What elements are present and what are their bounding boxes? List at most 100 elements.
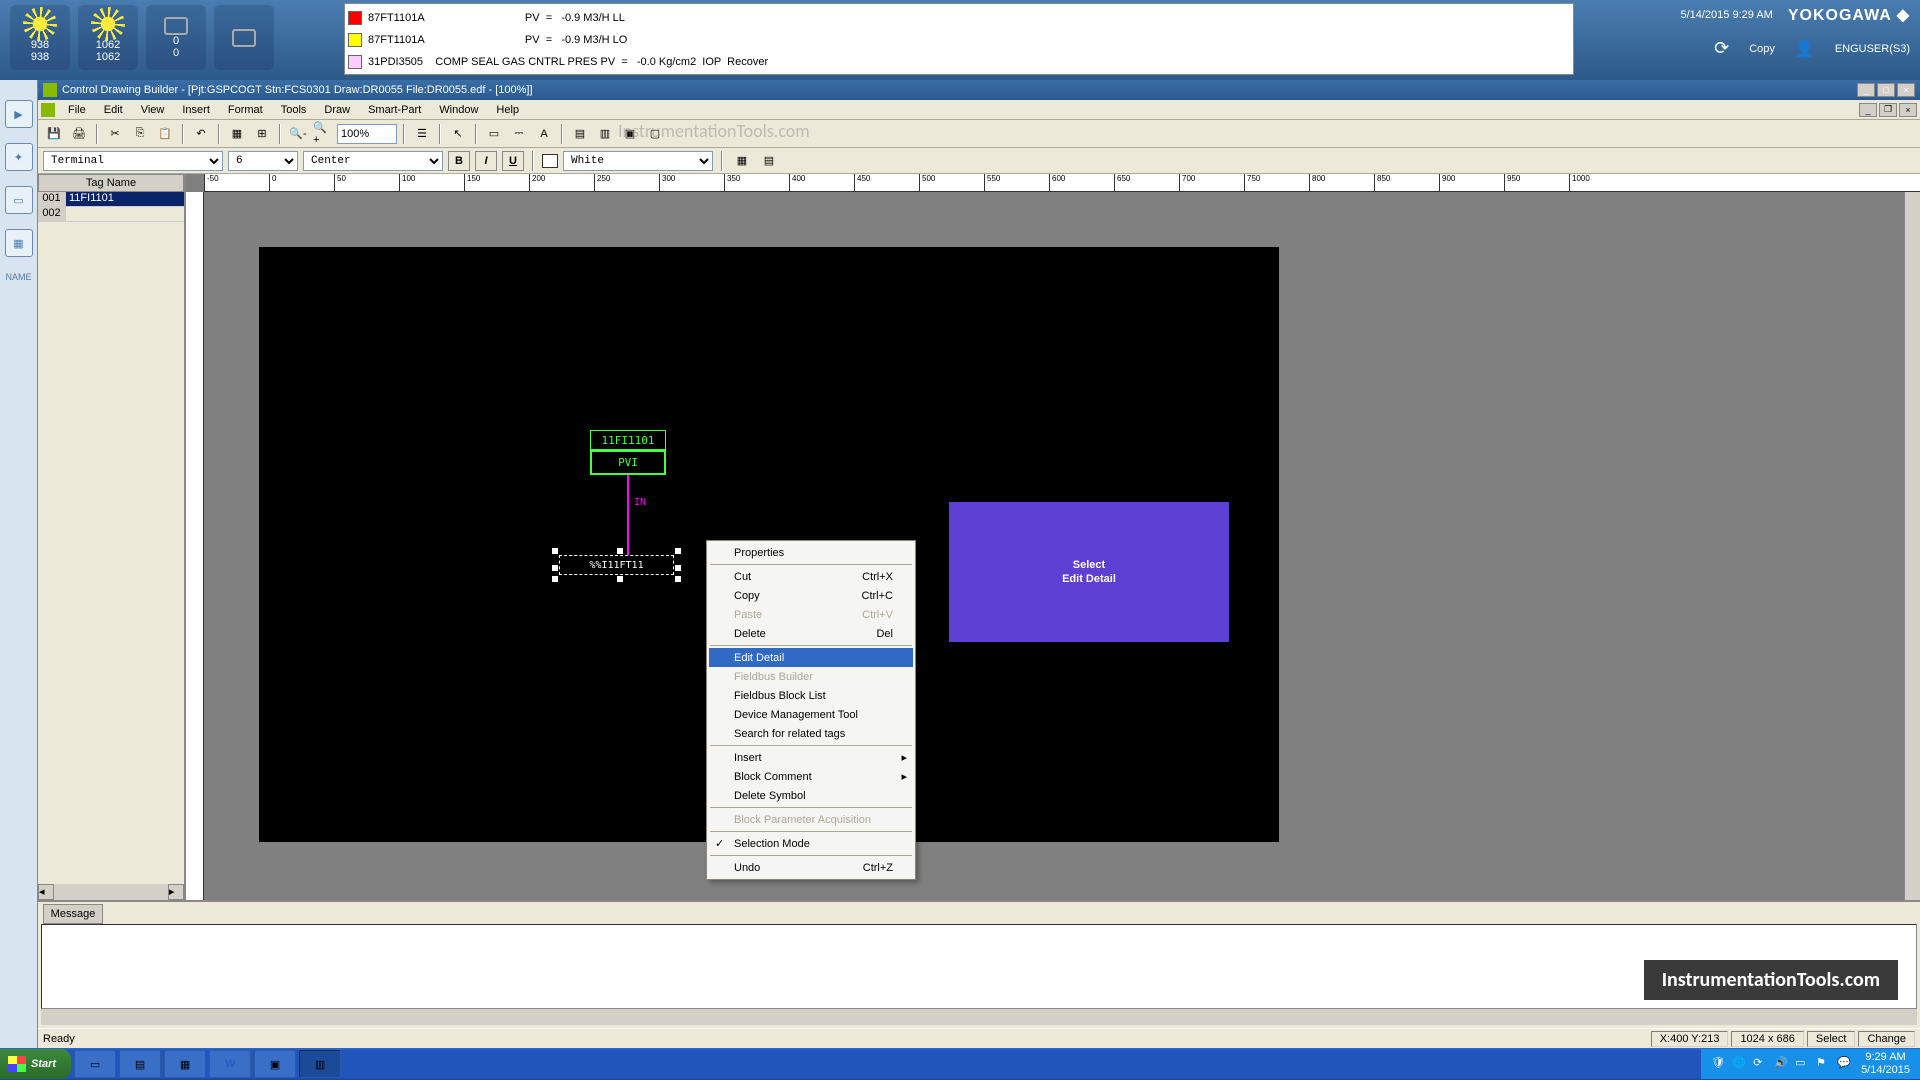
function-block-tag[interactable]: 11FI1101 <box>590 430 666 450</box>
context-menu-item-copy[interactable]: CopyCtrl+C <box>709 586 913 605</box>
context-menu-item-properties[interactable]: Properties <box>709 543 913 562</box>
message-body[interactable]: InstrumentationTools.com <box>41 924 1917 1009</box>
taskbar-app-4[interactable]: ▣ <box>254 1050 296 1078</box>
sidebar-grid-icon[interactable]: ▦ <box>5 229 33 257</box>
alarm-row[interactable]: 31PDI3505 COMP SEAL GAS CNTRL PRES PV = … <box>348 51 1570 73</box>
context-menu-item-block-comment[interactable]: Block Comment▸ <box>709 767 913 786</box>
misc-widget-2[interactable] <box>214 5 274 70</box>
context-menu-item-cut[interactable]: CutCtrl+X <box>709 567 913 586</box>
context-menu-item-selection-mode[interactable]: ✓Selection Mode <box>709 834 913 853</box>
child-close-button[interactable]: × <box>1899 103 1917 117</box>
text-icon[interactable]: A <box>533 123 555 145</box>
battery-icon[interactable]: ▭ <box>1795 1056 1811 1072</box>
color-select[interactable]: White <box>563 151 713 171</box>
block-icon[interactable]: ▭ <box>483 123 505 145</box>
function-block-type[interactable]: PVI <box>590 450 666 475</box>
scroll-right-icon[interactable]: ▸ <box>168 884 184 900</box>
taskbar-app-1[interactable]: ▭ <box>74 1050 116 1078</box>
italic-button[interactable]: I <box>475 151 497 171</box>
taskbar-app-2[interactable]: ▤ <box>119 1050 161 1078</box>
network-icon[interactable]: 🌐 <box>1732 1056 1748 1072</box>
weather-widget-2[interactable]: 1062 1062 <box>78 5 138 70</box>
sidebar-expand-icon[interactable]: ▶ <box>5 100 33 128</box>
paste-icon[interactable]: 📋 <box>154 123 176 145</box>
context-menu-item-delete[interactable]: DeleteDel <box>709 624 913 643</box>
menu-window[interactable]: Window <box>431 102 486 118</box>
taskbar-app-3[interactable]: ▦ <box>164 1050 206 1078</box>
context-menu-item-delete-symbol[interactable]: Delete Symbol <box>709 786 913 805</box>
weather-widget-1[interactable]: 938 938 <box>10 5 70 70</box>
volume-icon[interactable]: 🔊 <box>1774 1056 1790 1072</box>
tag-row[interactable]: 002 <box>38 207 184 222</box>
child-minimize-button[interactable]: _ <box>1859 103 1877 117</box>
start-button[interactable]: Start <box>0 1049 71 1079</box>
menu-view[interactable]: View <box>133 102 173 118</box>
underline-button[interactable]: U <box>502 151 524 171</box>
group-icon[interactable]: ▣ <box>619 123 641 145</box>
alarm-row[interactable]: 87FT1101A PV = -0.9 M3/H LL <box>348 7 1570 29</box>
context-menu-item-search-for-related-tags[interactable]: Search for related tags <box>709 724 913 743</box>
menu-smartpart[interactable]: Smart-Part <box>360 102 429 118</box>
context-menu-item-undo[interactable]: UndoCtrl+Z <box>709 858 913 877</box>
canvas-vscroll[interactable] <box>1904 192 1920 900</box>
shield-icon[interactable]: 🛡 <box>1711 1056 1727 1072</box>
user-label[interactable]: ENGUSER(S3) <box>1835 43 1910 55</box>
ungroup-icon[interactable]: ▢ <box>644 123 666 145</box>
undo-icon[interactable]: ↶ <box>190 123 212 145</box>
snap-icon[interactable]: ⊞ <box>251 123 273 145</box>
tag-header[interactable]: Tag Name <box>38 174 184 192</box>
flag-icon[interactable]: ⚑ <box>1816 1056 1832 1072</box>
sync-icon[interactable]: ⟳ <box>1714 38 1729 59</box>
alarm-panel[interactable]: 87FT1101A PV = -0.9 M3/H LL 87FT1101A PV… <box>344 3 1574 75</box>
menu-insert[interactable]: Insert <box>174 102 218 118</box>
zoom-in-icon[interactable]: 🔍+ <box>312 123 334 145</box>
context-menu-item-device-management-tool[interactable]: Device Management Tool <box>709 705 913 724</box>
tag-hscroll[interactable]: ◂ ▸ <box>38 884 184 900</box>
print-icon[interactable]: 🖨 <box>68 123 90 145</box>
misc-widget-1[interactable]: 0 0 <box>146 5 206 70</box>
menu-edit[interactable]: Edit <box>96 102 131 118</box>
cut-icon[interactable]: ✂ <box>104 123 126 145</box>
zoom-input[interactable] <box>337 124 397 144</box>
grid-icon[interactable]: ▦ <box>226 123 248 145</box>
save-icon[interactable]: 💾 <box>43 123 65 145</box>
scroll-left-icon[interactable]: ◂ <box>38 884 54 900</box>
context-menu-item-insert[interactable]: Insert▸ <box>709 748 913 767</box>
link-icon[interactable]: ⎓ <box>508 123 530 145</box>
sidebar-tool-icon[interactable]: ✦ <box>5 143 33 171</box>
child-restore-button[interactable]: ❐ <box>1879 103 1897 117</box>
drawing-canvas[interactable]: 11FI1101 PVI IN %%I11FT11 Selec <box>204 192 1920 900</box>
layout2-icon[interactable]: ▤ <box>758 150 780 172</box>
menu-format[interactable]: Format <box>220 102 271 118</box>
maximize-button[interactable]: □ <box>1877 83 1895 97</box>
align-icon[interactable]: ▤ <box>569 123 591 145</box>
font-name-select[interactable]: Terminal <box>43 151 223 171</box>
properties-icon[interactable]: ☰ <box>411 123 433 145</box>
taskbar-app-active[interactable]: ▥ <box>299 1050 341 1078</box>
app-title-bar[interactable]: Control Drawing Builder - [Pjt:GSPCOGT S… <box>38 80 1920 100</box>
color-swatch[interactable] <box>542 154 558 168</box>
context-menu-item-fieldbus-block-list[interactable]: Fieldbus Block List <box>709 686 913 705</box>
copy-icon[interactable]: ⎘ <box>129 123 151 145</box>
tag-row[interactable]: 001 11FI1101 <box>38 192 184 207</box>
close-button[interactable]: × <box>1897 83 1915 97</box>
menu-file[interactable]: File <box>60 102 94 118</box>
align-select[interactable]: Center <box>303 151 443 171</box>
msg-icon[interactable]: 💬 <box>1837 1056 1853 1072</box>
distribute-icon[interactable]: ▥ <box>594 123 616 145</box>
message-hscroll[interactable] <box>41 1009 1917 1025</box>
pointer-icon[interactable]: ↖ <box>447 123 469 145</box>
update-icon[interactable]: ⟳ <box>1753 1056 1769 1072</box>
bold-button[interactable]: B <box>448 151 470 171</box>
font-size-select[interactable]: 6 <box>228 151 298 171</box>
menu-tools[interactable]: Tools <box>273 102 315 118</box>
message-tab[interactable]: Message <box>43 904 103 924</box>
context-menu-item-edit-detail[interactable]: Edit Detail <box>709 648 913 667</box>
taskbar-app-word[interactable]: W <box>209 1050 251 1078</box>
wire[interactable] <box>627 475 629 555</box>
menu-help[interactable]: Help <box>488 102 527 118</box>
sidebar-doc-icon[interactable]: ▭ <box>5 186 33 214</box>
zoom-out-icon[interactable]: 🔍- <box>287 123 309 145</box>
minimize-button[interactable]: _ <box>1857 83 1875 97</box>
alarm-row[interactable]: 87FT1101A PV = -0.9 M3/H LO <box>348 29 1570 51</box>
